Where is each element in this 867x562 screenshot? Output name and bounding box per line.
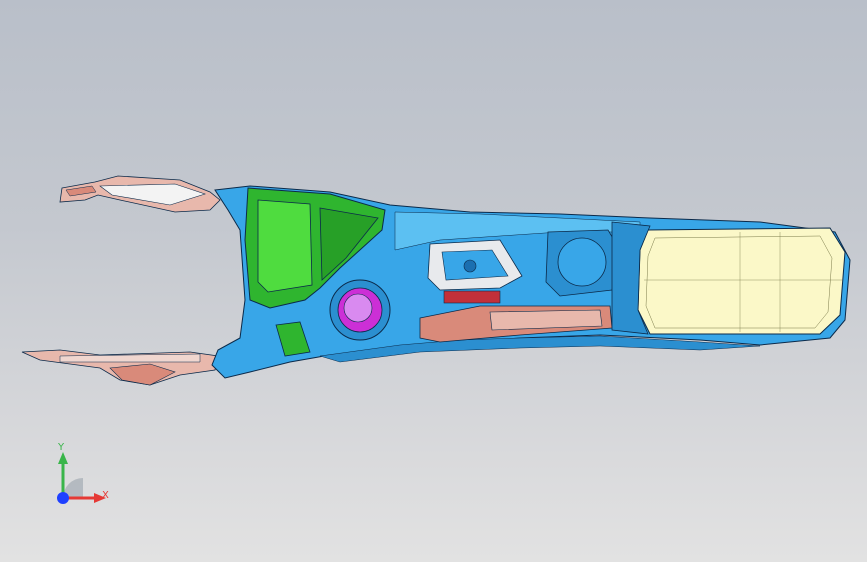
y-axis-label: Y <box>58 442 65 453</box>
cad-viewport[interactable] <box>0 0 867 562</box>
y-axis-arrow <box>58 452 68 464</box>
coordinate-triad: Y X <box>40 438 120 518</box>
armrest-cushion[interactable] <box>637 227 846 335</box>
red-strip <box>443 290 501 304</box>
upper-left-bracket[interactable] <box>59 175 221 213</box>
z-axis-dot <box>57 492 69 504</box>
rear-cupholder[interactable] <box>545 229 621 297</box>
magenta-cupholder[interactable] <box>329 279 391 341</box>
lower-left-bracket[interactable] <box>21 349 219 386</box>
x-axis-label: X <box>102 490 109 501</box>
